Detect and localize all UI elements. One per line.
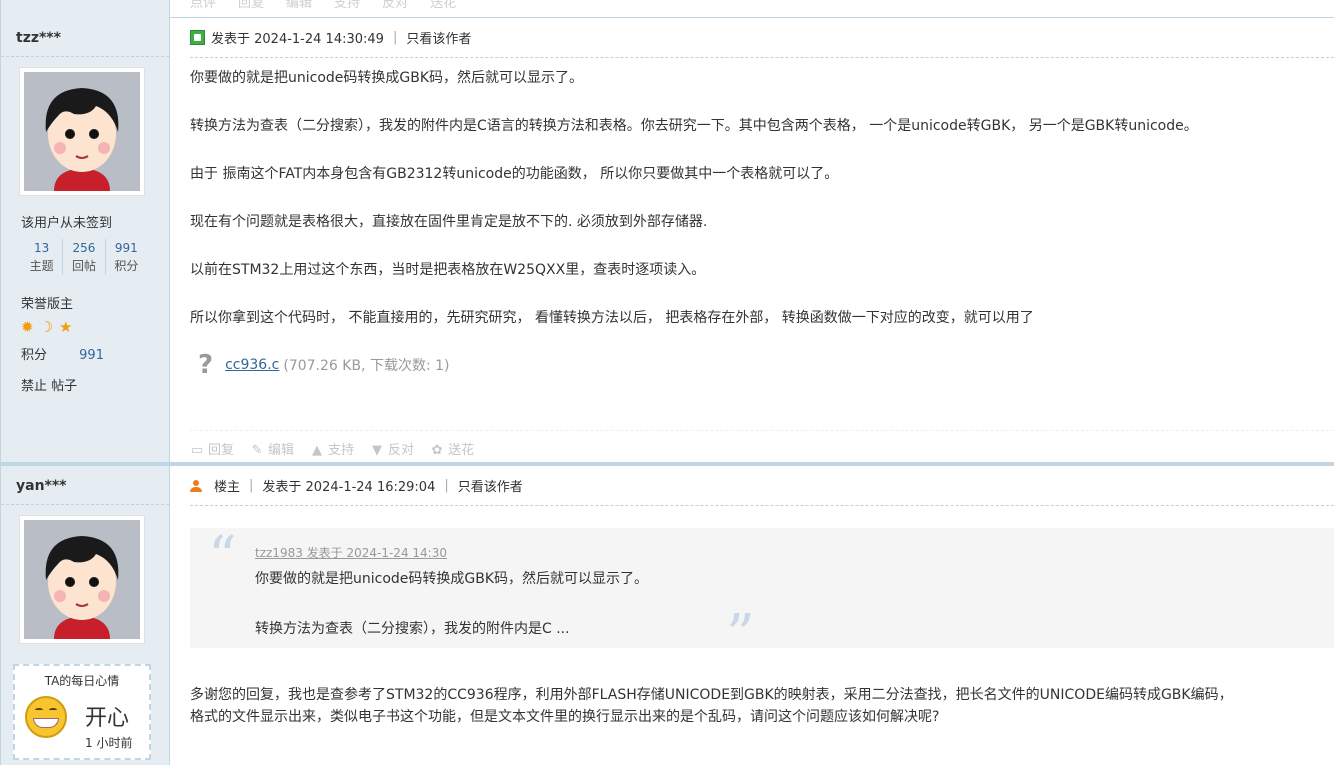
prev-action-oppose[interactable]: 反对: [382, 0, 408, 11]
oppose-action[interactable]: ▼ 反对: [370, 439, 414, 458]
meta-separator: |: [392, 30, 398, 45]
happy-face-icon: [25, 696, 67, 738]
previous-sidebar-tail: [0, 0, 170, 18]
prev-action-rate[interactable]: 点评: [190, 0, 216, 11]
prev-action-reply[interactable]: 回复: [238, 0, 264, 11]
avatar[interactable]: [19, 515, 145, 644]
post-paragraph: 你要做的就是把unicode码转换成GBK码，然后就可以显示了。: [190, 70, 584, 86]
only-author-link[interactable]: 只看该作者: [458, 476, 523, 495]
stat-replies-label: 回帖: [71, 259, 96, 273]
points-row: 积分 991: [21, 344, 169, 363]
post-paragraph: 格式的文件显示出来，类似电子书这个功能，但是文本文件里的换行显示出来的是个乱码，…: [190, 709, 940, 725]
post-time: 发表于 2024-1-24 16:29:04: [262, 480, 436, 495]
star-icon: ★: [59, 318, 73, 336]
op-badge: 楼主: [214, 480, 241, 495]
author-name[interactable]: tzz***: [1, 18, 169, 57]
post-1-meta: 发表于 2024-1-24 14:30:49 | 只看该作者: [190, 18, 1334, 58]
avatar[interactable]: [19, 67, 145, 196]
post-2: yan*** TA的每日心情 开心 1 小时前 楼主 | 发表于 2024-1-…: [0, 462, 1334, 765]
unknown-file-icon: ?: [198, 350, 214, 380]
mood-time: 1 小时前: [85, 736, 133, 750]
previous-post-actions: 点评 回复 编辑 支持 反对 送花: [0, 0, 1334, 18]
post-paragraph: 以前在STM32上用过这个东西，当时是把表格放在W25QXX里，查表时逐项读入。: [190, 262, 706, 278]
stat-threads[interactable]: 13 主题: [21, 239, 64, 275]
stat-replies[interactable]: 256 回帖: [63, 239, 106, 275]
prev-action-flower[interactable]: 送花: [430, 0, 456, 11]
reply-action[interactable]: ▭ 回复: [190, 439, 234, 458]
edit-action[interactable]: ✎ 编辑: [250, 439, 294, 458]
prev-action-edit[interactable]: 编辑: [286, 0, 312, 11]
stat-points-label: 积分: [114, 259, 139, 273]
support-action[interactable]: ▲ 支持: [310, 439, 354, 458]
avatar-image: [24, 72, 140, 191]
quote-line: 你要做的就是把unicode码转换成GBK码，然后就可以显示了。: [255, 571, 649, 587]
open-quote-icon: “: [208, 525, 237, 590]
mood-value: 开心: [85, 706, 130, 731]
post-1-actions: ▭ 回复 ✎ 编辑 ▲ 支持 ▼ 反对 ✿ 送花: [190, 430, 1334, 458]
mood-title: TA的每日心情: [44, 674, 120, 688]
stat-threads-label: 主题: [29, 259, 54, 273]
stat-replies-count: 256: [72, 241, 96, 255]
post-2-content: 多谢您的回复，我也是查参考了STM32的CC936程序，利用外部FLASH存储U…: [190, 684, 1334, 728]
post-2-author-sidebar: yan*** TA的每日心情 开心 1 小时前: [0, 466, 170, 765]
thumb-up-icon: ▲: [312, 443, 323, 458]
quote-source-link[interactable]: tzz1983 发表于 2024-1-24 14:30: [255, 544, 447, 561]
user-rank[interactable]: 荣誉版主: [21, 293, 169, 312]
quote-block: “ tzz1983 发表于 2024-1-24 14:30 你要做的就是把uni…: [190, 525, 1334, 664]
rank-stars: ✹ ☽ ★: [21, 318, 169, 336]
attachment-info: (707.26 KB, 下载次数: 1): [283, 358, 450, 374]
cartoon-boy-icon: [24, 72, 140, 191]
post-status-icon: [190, 30, 205, 45]
points-label: 积分: [21, 348, 48, 363]
post-paragraph: 多谢您的回复，我也是查参考了STM32的CC936程序，利用外部FLASH存储U…: [190, 687, 1233, 703]
post-2-body: 楼主 | 发表于 2024-1-24 16:29:04 | 只看该作者 “ tz…: [170, 466, 1334, 765]
pencil-icon: ✎: [251, 443, 263, 458]
meta-separator: |: [249, 478, 254, 493]
sun-icon: ✹: [21, 318, 34, 336]
person-icon: [190, 479, 202, 492]
post-paragraph: 所以你拿到这个代码时， 不能直接用的，先研究研究， 看懂转换方法以后， 把表格存…: [190, 310, 1034, 326]
sign-status: 该用户从未签到: [21, 216, 113, 231]
ban-post-link[interactable]: 禁止 帖子: [21, 375, 169, 394]
stat-threads-count: 13: [34, 241, 50, 255]
post-paragraph: 转换方法为查表（二分搜索），我发的附件内是C语言的转换方法和表格。你去研究一下。…: [190, 118, 1198, 134]
post-1-body: 发表于 2024-1-24 14:30:49 | 只看该作者 你要做的就是把un…: [170, 18, 1334, 462]
attachment-link[interactable]: cc936.c: [225, 357, 279, 373]
post-1: tzz*** 该用户从未签到 13 主题 256 回帖 991 积分 荣誉版主 …: [0, 18, 1334, 462]
only-author-link[interactable]: 只看该作者: [406, 28, 471, 47]
post-time: 发表于 2024-1-24 14:30:49: [211, 32, 384, 47]
daily-mood-card[interactable]: TA的每日心情 开心 1 小时前: [13, 664, 151, 760]
post-paragraph: 现在有个问题就是表格很大，直接放在固件里肯定是放不下的. 必须放到外部存储器.: [190, 214, 708, 230]
post-paragraph: 由于 振南这个FAT内本身包含有GB2312转unicode的功能函数， 所以你…: [190, 166, 839, 182]
flower-action[interactable]: ✿ 送花: [430, 439, 474, 458]
post-1-content: 你要做的就是把unicode码转换成GBK码，然后就可以显示了。 转换方法为查表…: [190, 58, 1334, 328]
stat-points[interactable]: 991 积分: [106, 239, 147, 275]
moon-icon: ☽: [39, 318, 54, 336]
meta-separator: |: [444, 478, 449, 493]
author-name[interactable]: yan***: [1, 466, 169, 505]
stat-points-count: 991: [114, 241, 138, 255]
quote-line: 转换方法为查表（二分搜索），我发的附件内是C ...: [255, 621, 570, 637]
flower-icon: ✿: [431, 443, 443, 458]
attachment: ? cc936.c (707.26 KB, 下载次数: 1): [190, 350, 1334, 380]
points-value: 991: [79, 348, 104, 363]
post-2-meta: 楼主 | 发表于 2024-1-24 16:29:04 | 只看该作者: [190, 466, 1334, 506]
close-quote-icon: ”: [726, 603, 755, 668]
cartoon-boy-icon: [24, 520, 140, 639]
prev-action-support[interactable]: 支持: [334, 0, 360, 11]
avatar-image: [24, 520, 140, 639]
reply-icon: ▭: [190, 443, 204, 458]
thumb-down-icon: ▼: [372, 443, 383, 458]
post-1-author-sidebar: tzz*** 该用户从未签到 13 主题 256 回帖 991 积分 荣誉版主 …: [0, 18, 170, 462]
user-stats: 13 主题 256 回帖 991 积分: [21, 239, 147, 275]
